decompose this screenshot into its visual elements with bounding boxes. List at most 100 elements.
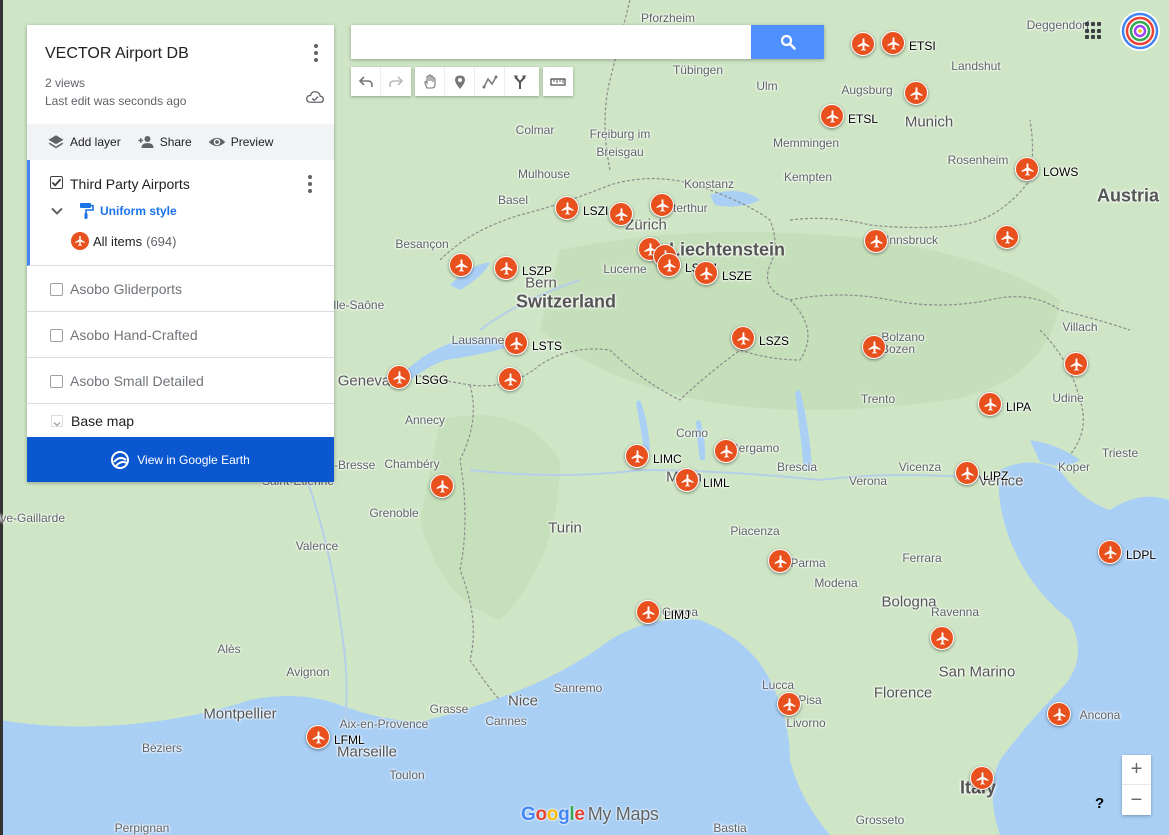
zoom-out-button[interactable]: − <box>1122 785 1151 815</box>
map-options-icon[interactable] <box>306 41 326 65</box>
airport-code-label: LIMC <box>653 452 682 466</box>
select-hand-button[interactable] <box>415 67 445 96</box>
chevron-down-icon[interactable] <box>50 204 64 218</box>
place-label: Ferrara <box>902 551 942 565</box>
airport-marker[interactable] <box>498 367 522 391</box>
map-title[interactable]: VECTOR Airport DB <box>45 45 316 63</box>
layer-visibility-checkbox[interactable] <box>50 329 63 342</box>
undo-button[interactable] <box>351 67 381 96</box>
all-items-row[interactable]: All items (694) <box>71 232 176 250</box>
airport-marker[interactable] <box>625 444 649 468</box>
place-label: Bergamo <box>730 441 780 455</box>
layer-asobo-small-detailed: Asobo Small Detailed <box>27 358 334 404</box>
view-in-google-earth-label: View in Google Earth <box>137 452 250 467</box>
airport-marker[interactable] <box>449 253 473 277</box>
layer-name[interactable]: Asobo Gliderports <box>70 281 182 297</box>
add-layer-button[interactable]: Add layer <box>47 133 121 151</box>
airport-marker[interactable] <box>694 261 718 285</box>
base-map-dropdown-icon[interactable] <box>51 415 63 427</box>
measure-button[interactable] <box>543 67 573 96</box>
place-label: Kempten <box>783 170 833 184</box>
preview-label: Preview <box>230 135 274 149</box>
airport-marker[interactable] <box>714 439 738 463</box>
airport-marker[interactable] <box>1015 157 1039 181</box>
layer-visibility-checkbox[interactable] <box>50 176 63 189</box>
google-apps-icon[interactable] <box>1085 22 1103 40</box>
help-button[interactable]: ? <box>1095 795 1104 812</box>
place-label: Florence <box>873 684 933 702</box>
airport-code-label: LSZP <box>522 264 553 278</box>
airport-marker[interactable] <box>881 31 905 55</box>
place-label: Landshut <box>951 59 1001 73</box>
undo-icon <box>358 75 373 87</box>
airport-marker[interactable] <box>970 766 994 790</box>
place-label: Cannes <box>485 714 527 728</box>
airport-marker[interactable] <box>555 196 579 220</box>
layer-name[interactable]: Asobo Hand-Crafted <box>70 327 198 343</box>
airport-marker[interactable] <box>768 549 792 573</box>
layers-icon <box>48 135 64 149</box>
place-label: Lausanne <box>451 333 505 347</box>
airport-code-label: LSTS <box>532 339 563 353</box>
view-in-google-earth-button[interactable]: View in Google Earth <box>27 437 334 482</box>
airport-marker[interactable] <box>820 104 844 128</box>
airport-marker[interactable] <box>430 474 454 498</box>
place-label: San Marino <box>938 663 1016 681</box>
place-label: Trieste <box>1101 446 1139 460</box>
airport-marker[interactable] <box>1064 352 1088 376</box>
airport-marker[interactable] <box>777 692 801 716</box>
view-count: 2 views <box>45 76 86 90</box>
search-icon <box>780 34 796 50</box>
airport-marker[interactable] <box>1098 540 1122 564</box>
layer-name[interactable]: Asobo Small Detailed <box>70 373 204 389</box>
airport-marker[interactable] <box>904 81 928 105</box>
google-my-maps-logo: Google My Maps <box>521 804 659 825</box>
account-avatar-icon[interactable] <box>1120 11 1160 51</box>
airport-marker[interactable] <box>504 331 528 355</box>
airport-marker[interactable] <box>862 335 886 359</box>
add-marker-button[interactable] <box>445 67 475 96</box>
airport-marker[interactable] <box>1047 702 1071 726</box>
map-legend-panel: VECTOR Airport DB 2 views Last edit was … <box>27 25 334 482</box>
airport-marker[interactable] <box>306 725 330 749</box>
add-directions-button[interactable] <box>505 67 535 96</box>
airport-marker[interactable] <box>650 193 674 217</box>
uniform-style-link[interactable]: Uniform style <box>100 204 177 218</box>
airport-code-label: LIML <box>703 476 730 490</box>
airport-marker[interactable] <box>387 365 411 389</box>
place-label: Memmingen <box>772 136 840 150</box>
eye-icon <box>208 137 225 147</box>
airport-marker[interactable] <box>731 326 755 350</box>
airport-marker[interactable] <box>675 468 699 492</box>
airport-marker[interactable] <box>864 229 888 253</box>
airport-marker[interactable] <box>930 626 954 650</box>
search-input[interactable] <box>351 25 751 59</box>
redo-button[interactable] <box>381 67 411 96</box>
place-label: Deggendorf <box>1026 18 1090 32</box>
airport-marker[interactable] <box>494 256 518 280</box>
place-label: Livorno <box>786 716 826 730</box>
layer-name[interactable]: Third Party Airports <box>70 176 190 192</box>
place-label: Como <box>675 426 709 440</box>
preview-button[interactable]: Preview <box>208 133 274 151</box>
airport-marker[interactable] <box>978 392 1002 416</box>
layer-visibility-checkbox[interactable] <box>50 283 63 296</box>
zoom-in-button[interactable]: + <box>1122 755 1151 785</box>
airport-marker[interactable] <box>995 225 1019 249</box>
airport-marker[interactable] <box>851 32 875 56</box>
airport-marker[interactable] <box>955 461 979 485</box>
airport-marker[interactable] <box>657 253 681 277</box>
place-label: Basel <box>497 193 529 207</box>
search-button[interactable] <box>751 25 824 59</box>
draw-line-button[interactable] <box>475 67 505 96</box>
airport-marker[interactable] <box>609 202 633 226</box>
share-button[interactable]: Share <box>137 133 192 151</box>
airport-code-label: LIPZ <box>983 469 1009 483</box>
layer-options-icon[interactable] <box>300 172 320 196</box>
place-label: Avignon <box>286 665 330 679</box>
base-map-row[interactable]: Base map <box>27 404 334 437</box>
checkmark-icon <box>51 178 62 187</box>
layer-visibility-checkbox[interactable] <box>50 375 63 388</box>
airport-marker[interactable] <box>636 600 660 624</box>
place-label: Montpellier <box>203 705 277 723</box>
